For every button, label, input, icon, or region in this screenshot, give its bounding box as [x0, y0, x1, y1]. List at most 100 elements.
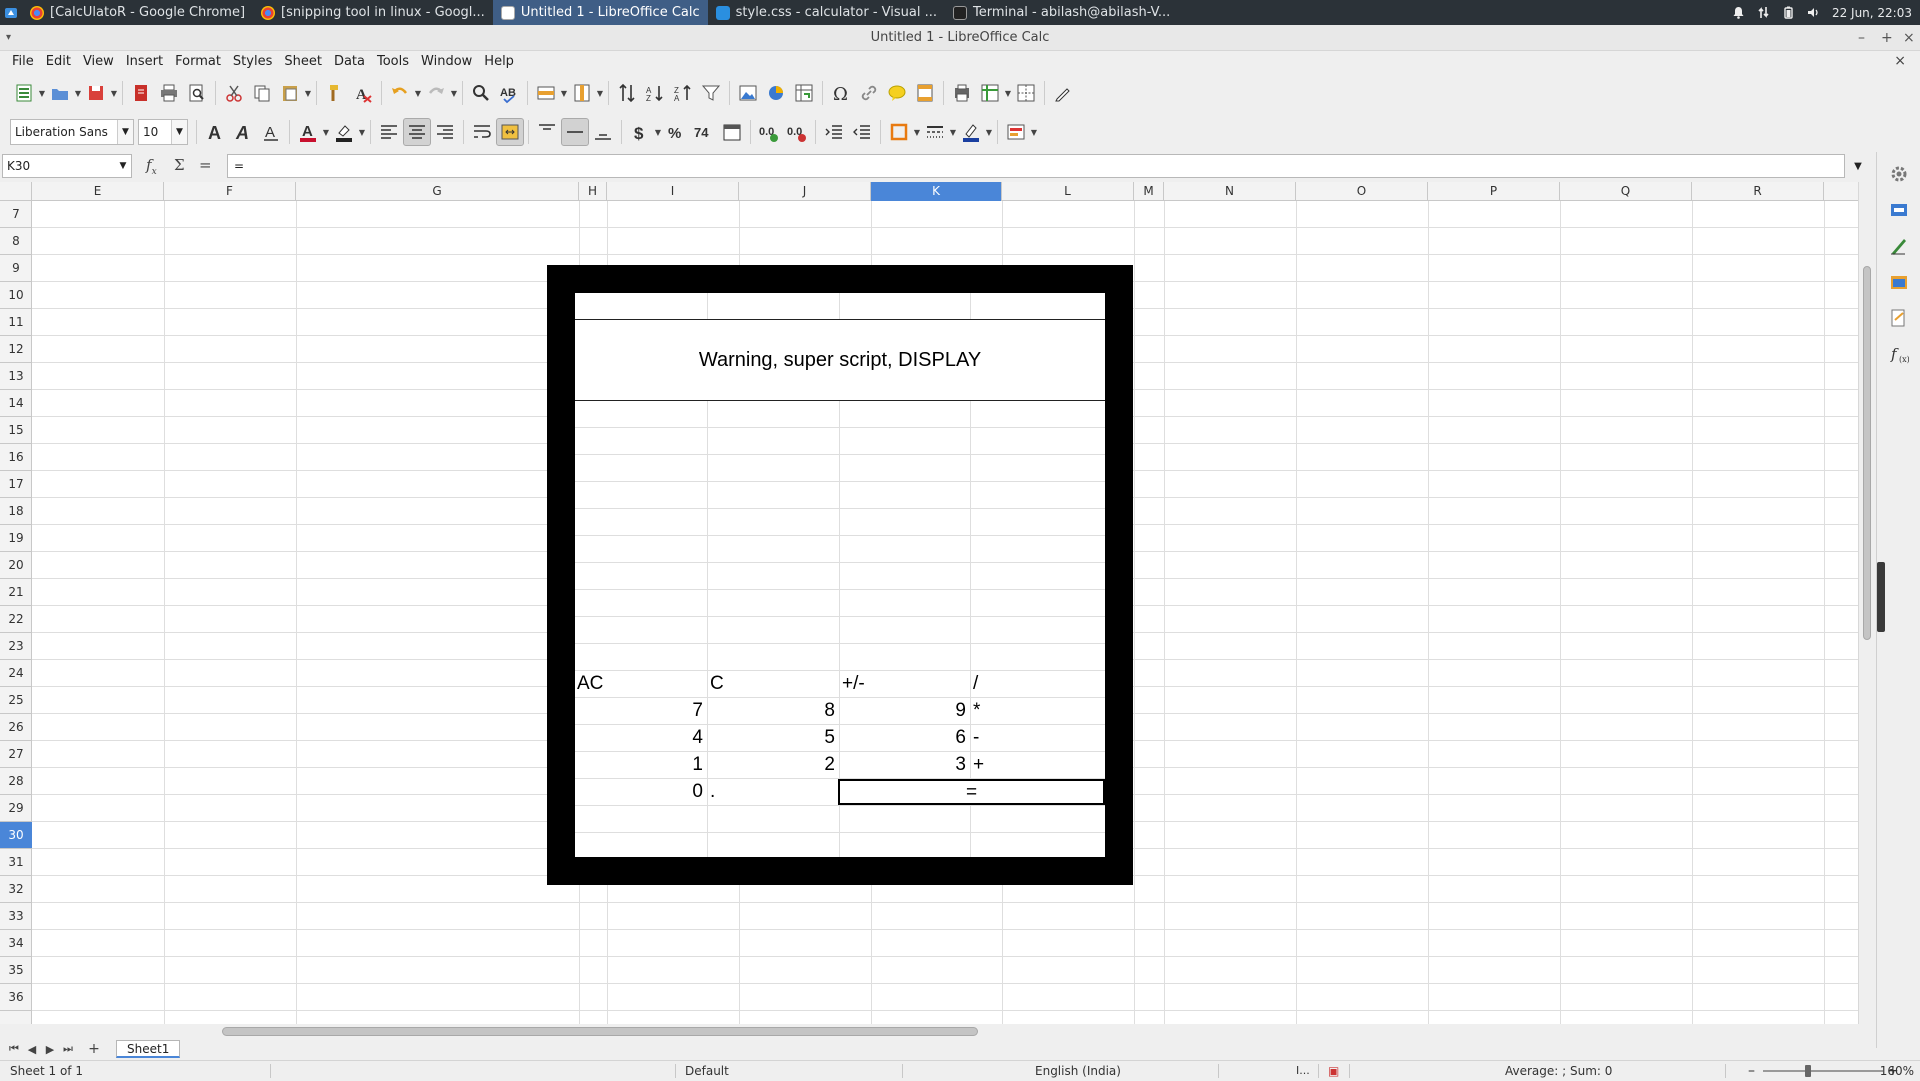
- open-dropdown-icon[interactable]: ▼: [74, 79, 82, 107]
- taskbar-task-chrome-calculator[interactable]: [CalcUlatoR - Google Chrome]: [22, 0, 253, 25]
- new-dropdown-icon[interactable]: ▼: [38, 79, 46, 107]
- underline-icon[interactable]: A: [257, 118, 285, 146]
- row-header[interactable]: 34: [0, 930, 32, 957]
- headers-footers-icon[interactable]: [911, 79, 939, 107]
- calculator-display[interactable]: Warning, super script, DISPLAY: [575, 319, 1105, 401]
- formula-input[interactable]: =: [227, 154, 1845, 178]
- column-dropdown-icon[interactable]: ▼: [596, 79, 604, 107]
- row-header[interactable]: 35: [0, 957, 32, 984]
- freeze-rows-columns-icon[interactable]: [976, 79, 1004, 107]
- row-header[interactable]: 13: [0, 363, 32, 390]
- minimize-icon[interactable]: –: [1858, 25, 1865, 51]
- menu-format[interactable]: Format: [169, 54, 227, 69]
- align-center-icon[interactable]: [403, 118, 431, 146]
- zoom-slider[interactable]: [1763, 1070, 1883, 1072]
- undo-icon[interactable]: [386, 79, 414, 107]
- name-box[interactable]: K30 ▼: [2, 154, 132, 178]
- row-header[interactable]: 23: [0, 633, 32, 660]
- number-format-icon[interactable]: 74: [690, 118, 718, 146]
- redo-dropdown-icon[interactable]: ▼: [450, 79, 458, 107]
- column-header-k[interactable]: K: [871, 182, 1002, 201]
- print-preview-icon[interactable]: [183, 79, 211, 107]
- row-header[interactable]: 14: [0, 390, 32, 417]
- hyperlink-icon[interactable]: [855, 79, 883, 107]
- row-icon[interactable]: [532, 79, 560, 107]
- sum-icon[interactable]: Σ: [174, 156, 185, 174]
- row-header[interactable]: 32: [0, 876, 32, 903]
- paste-dropdown-icon[interactable]: ▼: [304, 79, 312, 107]
- spelling-icon[interactable]: AB: [495, 79, 523, 107]
- currency-format-icon[interactable]: $: [626, 118, 654, 146]
- row-header[interactable]: 9: [0, 255, 32, 282]
- row-header[interactable]: 20: [0, 552, 32, 579]
- center-vertically-icon[interactable]: [561, 118, 589, 146]
- add-sheet-icon[interactable]: +: [88, 1041, 100, 1057]
- sheet-tab-sheet1[interactable]: Sheet1: [116, 1040, 181, 1058]
- menu-help[interactable]: Help: [478, 54, 520, 69]
- split-window-icon[interactable]: [1012, 79, 1040, 107]
- close-document-icon[interactable]: ×: [1894, 53, 1906, 69]
- open-folder-icon[interactable]: [46, 79, 74, 107]
- print-area-icon[interactable]: [948, 79, 976, 107]
- conditional-dropdown-icon[interactable]: ▼: [1030, 118, 1038, 146]
- row-header[interactable]: 19: [0, 525, 32, 552]
- row-header[interactable]: 33: [0, 903, 32, 930]
- maximize-icon[interactable]: +: [1881, 25, 1893, 51]
- page-style[interactable]: Default: [685, 1061, 729, 1081]
- menu-view[interactable]: View: [77, 54, 120, 69]
- key-multiply[interactable]: *: [973, 697, 980, 724]
- selection-mode-icon[interactable]: I...: [1296, 1061, 1310, 1081]
- menu-insert[interactable]: Insert: [120, 54, 169, 69]
- pivot-table-icon[interactable]: [790, 79, 818, 107]
- taskbar-task-terminal[interactable]: Terminal - abilash@abilash-V...: [945, 0, 1178, 25]
- sidebar-settings-icon[interactable]: [1885, 160, 1913, 188]
- column-header-i[interactable]: I: [607, 182, 739, 201]
- clock[interactable]: 22 Jun, 22:03: [1832, 6, 1912, 20]
- row-header[interactable]: 28: [0, 768, 32, 795]
- print-icon[interactable]: [155, 79, 183, 107]
- special-character-icon[interactable]: Ω: [827, 79, 855, 107]
- redo-icon[interactable]: [422, 79, 450, 107]
- chevron-down-icon[interactable]: ▼: [117, 120, 133, 144]
- date-format-icon[interactable]: [718, 118, 746, 146]
- chevron-down-icon[interactable]: ▼: [171, 120, 187, 144]
- language[interactable]: English (India): [1035, 1061, 1121, 1081]
- clear-formatting-icon[interactable]: A: [349, 79, 377, 107]
- sidebar-functions-icon[interactable]: f (x): [1885, 340, 1913, 368]
- conditional-format-icon[interactable]: [1002, 118, 1030, 146]
- column-icon[interactable]: [568, 79, 596, 107]
- next-sheet-icon[interactable]: ▶: [44, 1043, 56, 1056]
- document-modified-icon[interactable]: ▣: [1328, 1061, 1339, 1081]
- save-icon[interactable]: [82, 79, 110, 107]
- sidebar-styles-icon[interactable]: [1885, 232, 1913, 260]
- row-header[interactable]: 10: [0, 282, 32, 309]
- key-4[interactable]: 4: [575, 724, 703, 751]
- increase-indent-icon[interactable]: [820, 118, 848, 146]
- align-bottom-icon[interactable]: [589, 118, 617, 146]
- key-plus[interactable]: +: [973, 751, 984, 778]
- column-header-p[interactable]: P: [1428, 182, 1560, 201]
- cut-icon[interactable]: [220, 79, 248, 107]
- taskbar-task-vscode[interactable]: style.css - calculator - Visual ...: [708, 0, 945, 25]
- formula-icon[interactable]: =: [199, 156, 212, 174]
- row-header[interactable]: 17: [0, 471, 32, 498]
- find-replace-icon[interactable]: [467, 79, 495, 107]
- border-color-dropdown-icon[interactable]: ▼: [985, 118, 993, 146]
- column-header-r[interactable]: R: [1692, 182, 1824, 201]
- align-right-icon[interactable]: [431, 118, 459, 146]
- row-header[interactable]: 16: [0, 444, 32, 471]
- column-header-f[interactable]: F: [164, 182, 296, 201]
- percent-format-icon[interactable]: %: [662, 118, 690, 146]
- sidebar-navigator-icon[interactable]: [1885, 304, 1913, 332]
- expand-formula-icon[interactable]: ▼: [1848, 154, 1868, 178]
- network-icon[interactable]: [1757, 6, 1770, 19]
- insert-image-icon[interactable]: [734, 79, 762, 107]
- horizontal-scroll-thumb[interactable]: [222, 1027, 978, 1036]
- key-5[interactable]: 5: [707, 724, 835, 751]
- function-wizard-icon[interactable]: fx: [146, 156, 157, 177]
- key-c[interactable]: C: [710, 670, 724, 697]
- key-1[interactable]: 1: [575, 751, 703, 778]
- key-plus-minus[interactable]: +/-: [842, 670, 865, 697]
- battery-icon[interactable]: [1782, 6, 1795, 19]
- italic-icon[interactable]: A: [229, 118, 257, 146]
